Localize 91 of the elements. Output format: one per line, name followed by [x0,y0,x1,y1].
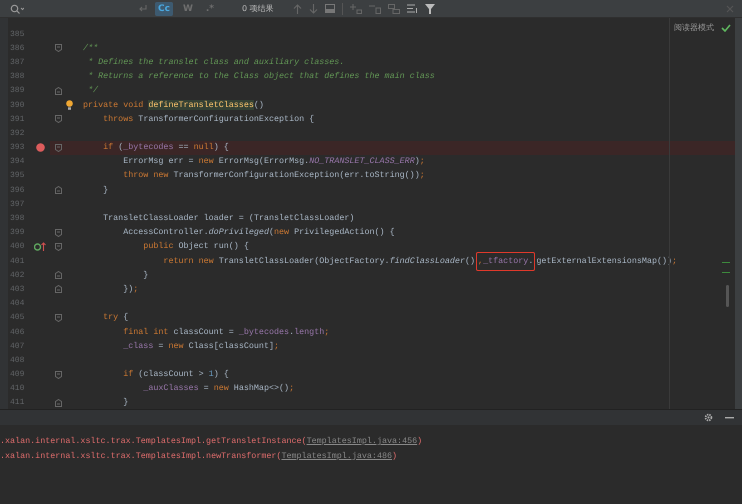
line-number: 389 [9,86,26,96]
source-link[interactable]: TemplatesImpl.java:456 [306,436,418,446]
line-number: 404 [9,299,26,308]
arrow-up-icon[interactable] [292,4,302,14]
code-line: ErrorMsg err = new ErrorMsg(ErrorMsg.NO_TRANSLET_CLASS_ERR); [122,156,425,168]
source-link[interactable]: TemplatesImpl.java:486 [281,450,392,460]
fold-start-icon [54,314,62,322]
line-number: 385 [9,30,26,39]
code-line: throw new TransformerConfigurationException(err.toString()); [122,170,425,182]
fold-start-icon [54,228,62,237]
code-line: TransletClassLoader loader = (TransletClassLoader) [102,213,354,224]
line-number: 386 [9,44,26,53]
line-number: 405 [9,313,26,322]
reader-mode-label[interactable]: 阅读器模式 [674,22,714,33]
change-marker [722,272,730,273]
breakpoint-icon [36,143,44,152]
select-all-icon[interactable] [388,4,400,14]
filter-icon[interactable] [424,4,435,14]
line-number: 390 [9,100,26,110]
fold-end-icon [54,398,62,407]
minimize-icon[interactable] [725,416,734,418]
change-marker [722,262,730,263]
line-number: 394 [9,157,26,166]
code-line: public Object run() { [142,241,249,252]
stack-trace-line: .xalan.internal.xsltc.trax.TemplatesImpl.newTransformer(TemplatesImpl.java:486) [0,450,398,462]
override-icon [34,242,46,252]
code-line: } [102,184,108,196]
return-icon[interactable] [138,4,148,13]
fold-end-icon [54,285,62,294]
close-icon[interactable] [726,4,734,12]
line-number: 406 [9,328,26,337]
fold-start-icon [54,144,62,152]
search-icon[interactable] [10,4,24,14]
add-occurrence-icon[interactable] [350,4,362,14]
line-number: 407 [9,342,26,351]
line-number: 399 [9,228,26,238]
remove-occurrence-icon[interactable] [368,4,381,14]
line-number: 401 [9,256,26,266]
line-number: 387 [9,58,26,67]
highlighted-code: ,_tfactory. [476,252,536,271]
scrollbar-thumb[interactable] [726,285,729,307]
settings-icon[interactable] [704,413,713,422]
line-number: 411 [9,398,26,408]
bulb-icon [66,100,73,110]
code-line: * Defines the translet class and auxiliary classes. [87,56,344,68]
fold-start-icon [54,370,62,379]
line-number: 392 [9,128,26,138]
code-line: * Returns a reference to the Class object that defines the main class [87,71,435,82]
code-line: }); [122,284,138,295]
stack-trace-line: .xalan.internal.xsltc.trax.TemplatesImpl.getTransletInstance(TemplatesImpl.java:456) [0,435,424,448]
code-line: _class = new Class[classCount]; [122,340,280,352]
line-number: 396 [9,186,26,195]
line-number: 400 [9,242,26,252]
line-number: 388 [9,72,26,82]
line-number: 403 [9,284,26,294]
code-line: /** [83,42,98,54]
line-number: 395 [9,171,26,180]
code-line: final int classCount = _bytecodes.length; [122,326,330,338]
line-number: 393 [9,143,26,152]
code-line: return new TransletClassLoader(ObjectFactory.findClassLoader() [162,256,476,267]
fold-start-icon [54,44,62,52]
line-number: 408 [9,356,26,365]
code-line: _auxClasses = new HashMap<>(); [142,383,294,394]
code-line: if (_bytecodes == null) { [102,142,229,154]
code-line: try { [102,312,128,324]
check-icon [721,24,731,32]
arrow-down-icon[interactable] [308,4,318,14]
line-number: 409 [9,370,26,380]
search-option-toggle[interactable]: .* [202,2,218,16]
code-line: } [122,397,128,408]
fold-end-icon [54,271,62,280]
code-line: AccessController.doPrivileged(new PrivilegedAction() { [122,227,395,238]
line-number: 398 [9,214,26,224]
fold-start-icon [54,115,62,124]
result-count: 0 项结果 [242,3,274,14]
line-number: 391 [9,114,26,124]
list-icon[interactable] [406,4,418,13]
line-number: 402 [9,270,26,280]
code-line: if (classCount > 1) { [122,369,229,380]
line-number: 410 [9,384,26,394]
code-line: getExternalExtensionsMap()); [536,256,678,267]
line-number: 397 [9,200,26,209]
fold-end-icon [54,86,62,95]
fold-end-icon [54,186,62,194]
fold-start-icon [54,242,62,251]
window-icon[interactable] [324,4,335,13]
code-line: */ [87,85,98,96]
code-line: private void defineTransletClasses() [83,100,264,111]
code-line: throws TransformerConfigurationException { [102,114,314,125]
search-option-toggle[interactable]: Cc [155,2,173,16]
code-line: } [142,270,148,281]
